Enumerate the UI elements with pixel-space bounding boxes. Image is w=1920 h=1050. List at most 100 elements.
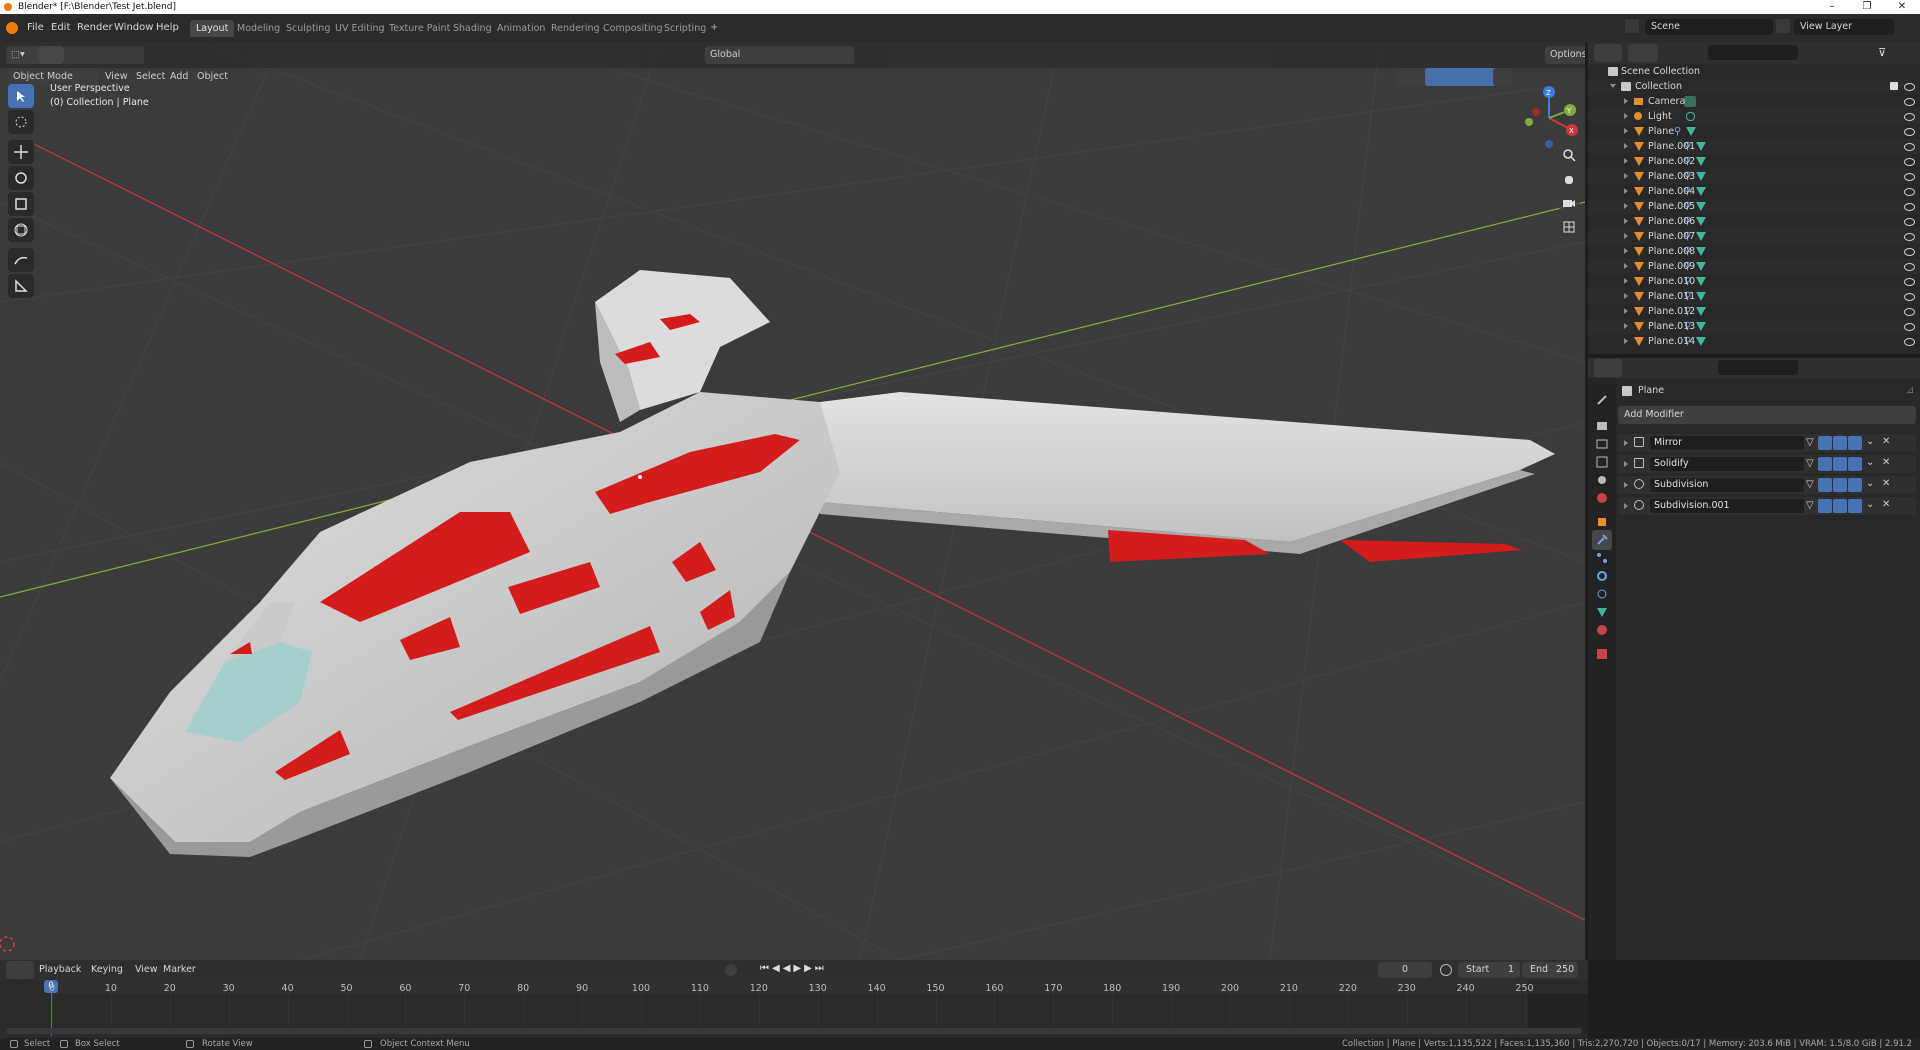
blender-menu-icon[interactable]: [6, 22, 18, 34]
exclude-checkbox[interactable]: [1890, 82, 1898, 90]
tab-modeling[interactable]: Modeling: [231, 20, 286, 37]
outliner-item[interactable]: ⚲ Plane.011: [1588, 289, 1920, 304]
scene-tab-icon[interactable]: [1592, 470, 1612, 490]
outliner-item[interactable]: ⚲ Plane.009: [1588, 259, 1920, 274]
camera-view-icon[interactable]: [1558, 192, 1580, 214]
modifier-menu-icon[interactable]: ⌄: [1866, 499, 1874, 510]
expand-modifier-icon[interactable]: [1624, 440, 1628, 446]
3d-viewport[interactable]: ⬚▾ Object Mode View Select Add Object Gl…: [0, 42, 1585, 960]
properties-search-input[interactable]: [1718, 360, 1798, 375]
render-toggle[interactable]: [1848, 499, 1862, 513]
render-toggle[interactable]: [1848, 478, 1862, 492]
menu-edit[interactable]: Edit: [51, 20, 70, 36]
outliner-scene-collection[interactable]: Scene Collection: [1588, 64, 1920, 79]
tab-uv-editing[interactable]: UV Editing: [329, 20, 391, 37]
visibility-eye-icon[interactable]: [1904, 218, 1915, 226]
visibility-eye-icon[interactable]: [1904, 263, 1915, 271]
expand-item-icon[interactable]: [1624, 218, 1628, 224]
annotate-tool[interactable]: [8, 248, 34, 272]
tab-scripting[interactable]: Scripting: [658, 20, 712, 37]
outliner-item[interactable]: ⚲ Plane.003: [1588, 169, 1920, 184]
expand-modifier-icon[interactable]: [1624, 503, 1628, 509]
viewport-menu-add[interactable]: Add: [165, 68, 193, 86]
visibility-eye-icon[interactable]: [1904, 143, 1915, 151]
world-tab-icon[interactable]: [1592, 488, 1612, 508]
jet-model[interactable]: [110, 270, 1555, 857]
output-tab-icon[interactable]: [1592, 434, 1612, 454]
timeline-editor-type[interactable]: [6, 961, 34, 979]
pan-hand-icon[interactable]: [1558, 168, 1580, 190]
outliner-collection[interactable]: Collection: [1588, 79, 1920, 94]
outliner-item[interactable]: ⚲ Plane: [1588, 124, 1920, 139]
scene-selector[interactable]: Scene: [1645, 19, 1773, 35]
expand-item-icon[interactable]: [1624, 188, 1628, 194]
pin-icon[interactable]: ⊿: [1906, 385, 1914, 396]
remove-modifier-icon[interactable]: ✕: [1882, 499, 1890, 510]
editmode-toggle[interactable]: [1818, 478, 1832, 492]
outliner-item[interactable]: ⚲ Plane.006: [1588, 214, 1920, 229]
outliner-item[interactable]: ⚲ Plane.008: [1588, 244, 1920, 259]
visibility-eye-icon[interactable]: [1904, 323, 1915, 331]
outliner-item[interactable]: ⚲ Plane.010: [1588, 274, 1920, 289]
overlay-toggle[interactable]: [1458, 68, 1498, 86]
expand-modifier-icon[interactable]: [1624, 461, 1628, 467]
visibility-eye-icon[interactable]: [1904, 98, 1915, 106]
expand-collection-icon[interactable]: [1610, 84, 1616, 88]
modifier-panel[interactable]: Subdivision.001 ▽ ⌄ ✕: [1618, 497, 1916, 515]
editmode-toggle[interactable]: [1818, 457, 1832, 471]
select-box-tool[interactable]: [8, 84, 34, 108]
maximize-button[interactable]: ❐: [1852, 0, 1882, 14]
scale-tool[interactable]: [8, 192, 34, 216]
visibility-eye-icon[interactable]: [1904, 338, 1915, 346]
modifier-name-field[interactable]: Subdivision: [1650, 478, 1804, 492]
playback-controls[interactable]: ⏮◀◀▶▶⏭: [760, 963, 827, 974]
editmode-toggle[interactable]: [1818, 436, 1832, 450]
physics-tab-icon[interactable]: [1592, 566, 1612, 586]
visibility-eye-icon[interactable]: [1904, 173, 1915, 181]
outliner-search-input[interactable]: [1708, 45, 1798, 60]
material-tab-icon[interactable]: [1592, 620, 1612, 640]
tab-texture-paint[interactable]: Texture Paint: [383, 20, 456, 37]
expand-item-icon[interactable]: [1624, 98, 1628, 104]
edit-mode-cage-icon[interactable]: ▽: [1806, 500, 1814, 511]
expand-item-icon[interactable]: [1624, 233, 1628, 239]
outliner-item[interactable]: Light: [1588, 109, 1920, 124]
properties-editor-type[interactable]: [1594, 359, 1622, 377]
outliner-item[interactable]: ⚲ Plane.012: [1588, 304, 1920, 319]
remove-modifier-icon[interactable]: ✕: [1882, 457, 1890, 468]
modifier-panel[interactable]: Mirror ▽ ⌄ ✕: [1618, 434, 1916, 452]
menu-file[interactable]: File: [27, 20, 44, 36]
tab-layout[interactable]: Layout: [190, 20, 235, 37]
expand-item-icon[interactable]: [1624, 263, 1628, 269]
expand-item-icon[interactable]: [1624, 113, 1628, 119]
visibility-eye-icon[interactable]: [1904, 278, 1915, 286]
expand-item-icon[interactable]: [1624, 203, 1628, 209]
tab-shading[interactable]: Shading: [447, 20, 498, 37]
edit-mode-cage-icon[interactable]: ▽: [1806, 458, 1814, 469]
minimize-button[interactable]: –: [1817, 0, 1847, 14]
options-dropdown[interactable]: Options: [1545, 46, 1585, 64]
editmode-toggle[interactable]: [1818, 499, 1832, 513]
outliner-item[interactable]: ⚲ Plane.014: [1588, 334, 1920, 349]
object-tab-icon[interactable]: [1592, 512, 1612, 532]
transform-orientation-dropdown[interactable]: Global: [705, 46, 769, 64]
ortho-grid-icon[interactable]: [1558, 216, 1580, 238]
view-layer-selector[interactable]: View Layer: [1794, 19, 1894, 35]
expand-item-icon[interactable]: [1624, 323, 1628, 329]
remove-modifier-icon[interactable]: ✕: [1882, 436, 1890, 447]
select-mode-icon[interactable]: [38, 46, 64, 64]
selection-mode-group[interactable]: [64, 46, 144, 64]
expand-item-icon[interactable]: [1624, 308, 1628, 314]
expand-modifier-icon[interactable]: [1624, 482, 1628, 488]
modifier-panel[interactable]: Solidify ▽ ⌄ ✕: [1618, 455, 1916, 473]
add-modifier-dropdown[interactable]: Add Modifier: [1618, 406, 1916, 424]
expand-item-icon[interactable]: [1624, 278, 1628, 284]
edit-mode-cage-icon[interactable]: ▽: [1806, 437, 1814, 448]
expand-item-icon[interactable]: [1624, 248, 1628, 254]
expand-item-icon[interactable]: [1624, 158, 1628, 164]
filter-icon[interactable]: ⊽: [1878, 46, 1886, 59]
visibility-eye-icon[interactable]: [1904, 293, 1915, 301]
menu-window[interactable]: Window: [114, 20, 153, 36]
measure-tool[interactable]: [8, 274, 34, 298]
outliner-item[interactable]: ⚲ Plane.004: [1588, 184, 1920, 199]
